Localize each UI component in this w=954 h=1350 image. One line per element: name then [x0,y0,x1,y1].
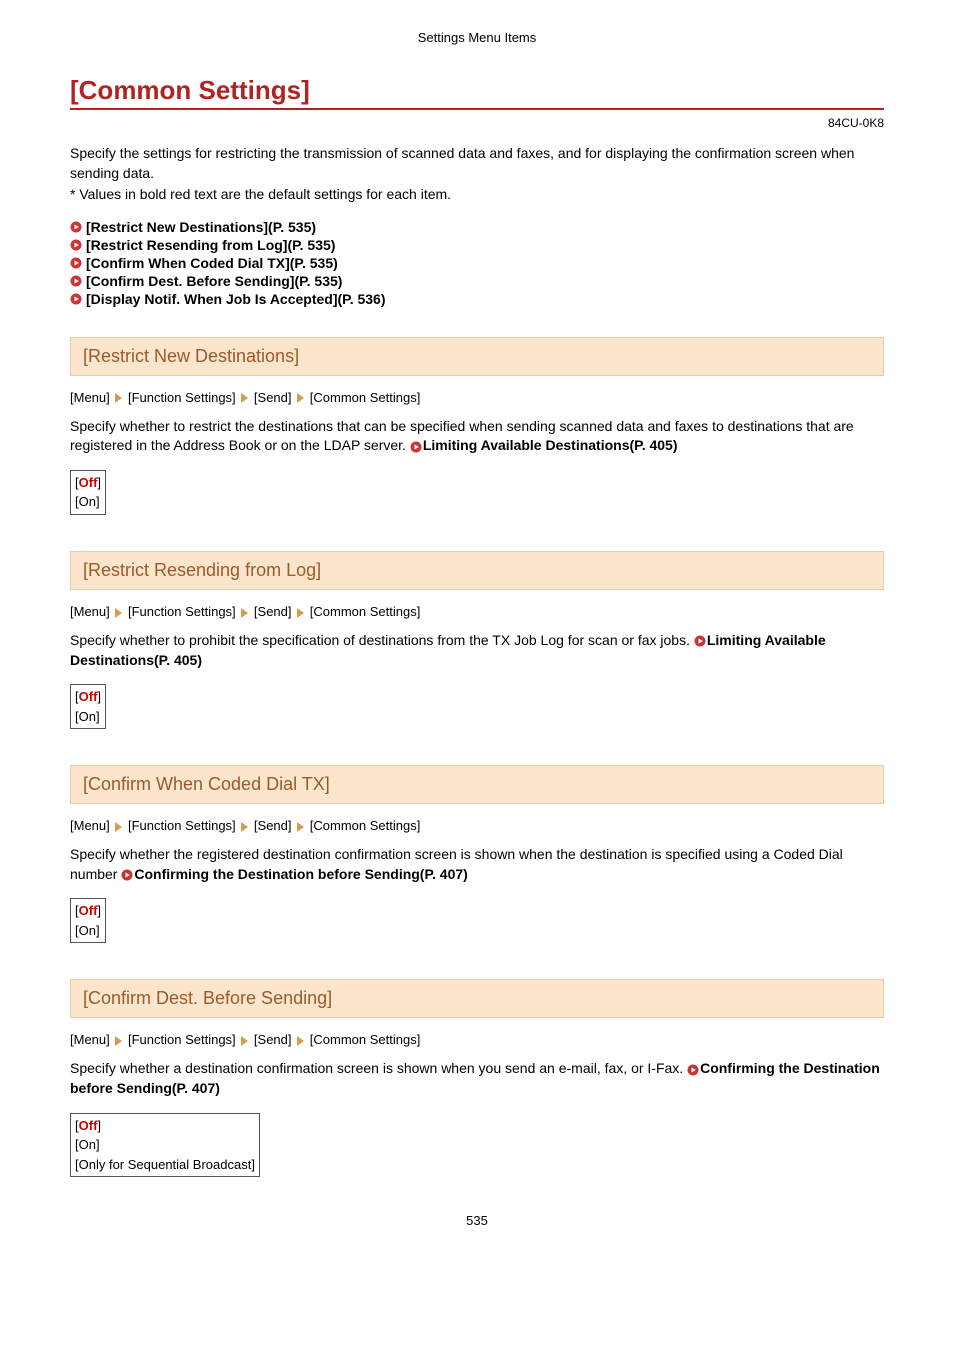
desc-text: Specify whether to prohibit the specific… [70,632,694,648]
breadcrumb-part: [Function Settings] [128,604,236,619]
chevron-right-icon [297,1036,304,1046]
option-item: [On] [75,921,101,941]
breadcrumb-part: [Function Settings] [128,818,236,833]
toc-item-label: [Display Notif. When Job Is Accepted](P.… [86,291,386,307]
bullet-icon [70,257,82,269]
breadcrumb-part: [Function Settings] [128,1032,236,1047]
breadcrumb-part: [Menu] [70,604,110,619]
section-title: [Restrict New Destinations] [70,337,884,376]
chevron-right-icon [297,822,304,832]
page-number: 535 [70,1213,884,1228]
section-confirm-when-coded-dial-tx: [Confirm When Coded Dial TX] [Menu] [Fun… [70,765,884,943]
page-title: [Common Settings] [70,75,884,110]
section-title: [Confirm When Coded Dial TX] [70,765,884,804]
breadcrumb-part: [Common Settings] [310,604,421,619]
toc-list: [Restrict New Destinations](P. 535) [Res… [70,219,884,307]
options-box: [Off] [On] [70,470,106,515]
breadcrumb-part: [Common Settings] [310,1032,421,1047]
cross-reference-link[interactable]: Limiting Available Destinations(P. 405) [423,437,678,453]
breadcrumb-part: [Send] [254,390,292,405]
section-description: Specify whether to prohibit the specific… [70,631,884,670]
toc-item-label: [Confirm Dest. Before Sending](P. 535) [86,273,342,289]
option-item: [On] [75,492,101,512]
doc-code: 84CU-0K8 [70,116,884,130]
breadcrumb: [Menu] [Function Settings] [Send] [Commo… [70,818,884,833]
breadcrumb-part: [Common Settings] [310,390,421,405]
desc-text: Specify whether a destination confirmati… [70,1060,687,1076]
bullet-icon [121,869,133,881]
breadcrumb-part: [Common Settings] [310,818,421,833]
option-default: [Off] [75,901,101,921]
section-restrict-new-destinations: [Restrict New Destinations] [Menu] [Func… [70,337,884,515]
breadcrumb-part: [Function Settings] [128,390,236,405]
toc-item[interactable]: [Display Notif. When Job Is Accepted](P.… [70,291,884,307]
chevron-right-icon [115,1036,122,1046]
bullet-icon [694,635,706,647]
section-description: Specify whether the registered destinati… [70,845,884,884]
toc-item[interactable]: [Confirm Dest. Before Sending](P. 535) [70,273,884,289]
option-item: [On] [75,1135,255,1155]
breadcrumb-part: [Send] [254,1032,292,1047]
toc-item[interactable]: [Confirm When Coded Dial TX](P. 535) [70,255,884,271]
chevron-right-icon [241,608,248,618]
section-title: [Restrict Resending from Log] [70,551,884,590]
breadcrumb: [Menu] [Function Settings] [Send] [Commo… [70,604,884,619]
bullet-icon [687,1064,699,1076]
option-default: [Off] [75,687,101,707]
intro-line-2: * Values in bold red text are the defaul… [70,185,884,205]
option-item: [Only for Sequential Broadcast] [75,1155,255,1175]
section-title: [Confirm Dest. Before Sending] [70,979,884,1018]
options-box: [Off] [On] [70,898,106,943]
intro-block: Specify the settings for restricting the… [70,144,884,205]
breadcrumb-part: [Menu] [70,390,110,405]
bullet-icon [70,221,82,233]
section-description: Specify whether a destination confirmati… [70,1059,884,1098]
bullet-icon [70,293,82,305]
breadcrumb-part: [Menu] [70,1032,110,1047]
breadcrumb: [Menu] [Function Settings] [Send] [Commo… [70,1032,884,1047]
section-restrict-resending-from-log: [Restrict Resending from Log] [Menu] [Fu… [70,551,884,729]
section-description: Specify whether to restrict the destinat… [70,417,884,456]
chevron-right-icon [115,608,122,618]
toc-item-label: [Confirm When Coded Dial TX](P. 535) [86,255,338,271]
toc-item-label: [Restrict Resending from Log](P. 535) [86,237,335,253]
breadcrumb-part: [Send] [254,818,292,833]
bullet-icon [70,275,82,287]
option-default: [Off] [75,473,101,493]
option-item: [On] [75,707,101,727]
chevron-right-icon [115,822,122,832]
section-confirm-dest-before-sending: [Confirm Dest. Before Sending] [Menu] [F… [70,979,884,1177]
chevron-right-icon [241,822,248,832]
breadcrumb-part: [Menu] [70,818,110,833]
cross-reference-link[interactable]: Confirming the Destination before Sendin… [134,866,467,882]
chevron-right-icon [241,393,248,403]
toc-item[interactable]: [Restrict Resending from Log](P. 535) [70,237,884,253]
header-label: Settings Menu Items [70,30,884,45]
toc-item-label: [Restrict New Destinations](P. 535) [86,219,316,235]
options-box: [Off] [On] [Only for Sequential Broadcas… [70,1113,260,1178]
intro-line-1: Specify the settings for restricting the… [70,144,884,183]
bullet-icon [410,441,422,453]
breadcrumb-part: [Send] [254,604,292,619]
breadcrumb: [Menu] [Function Settings] [Send] [Commo… [70,390,884,405]
bullet-icon [70,239,82,251]
chevron-right-icon [297,393,304,403]
chevron-right-icon [115,393,122,403]
option-default: [Off] [75,1116,255,1136]
toc-item[interactable]: [Restrict New Destinations](P. 535) [70,219,884,235]
chevron-right-icon [297,608,304,618]
options-box: [Off] [On] [70,684,106,729]
chevron-right-icon [241,1036,248,1046]
